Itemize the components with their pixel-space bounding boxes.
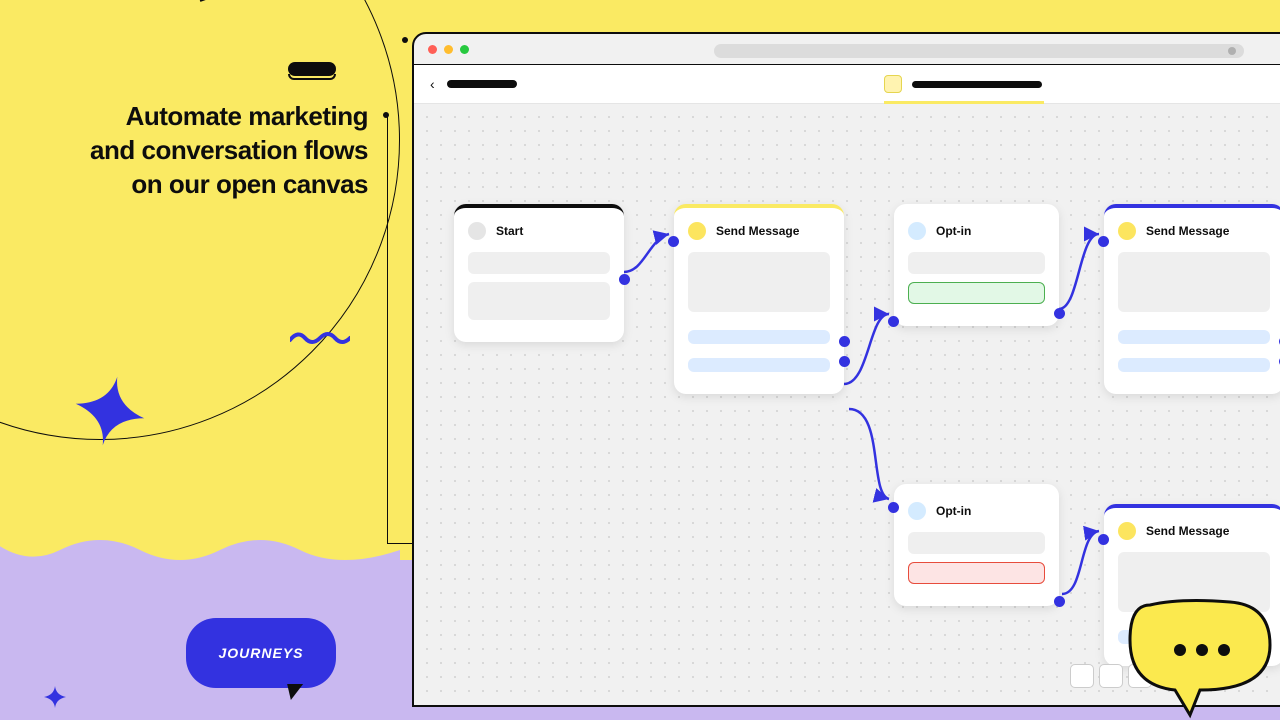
field-placeholder bbox=[468, 252, 610, 274]
node-icon bbox=[688, 222, 706, 240]
plus-icon bbox=[44, 686, 66, 708]
input-port[interactable] bbox=[888, 502, 899, 513]
success-row bbox=[908, 282, 1045, 304]
action-row bbox=[1118, 358, 1270, 372]
node-title: Send Message bbox=[716, 224, 799, 238]
node-opt-in[interactable]: Opt-in bbox=[894, 204, 1059, 326]
input-port[interactable] bbox=[668, 236, 679, 247]
action-row bbox=[688, 330, 830, 344]
field-placeholder bbox=[468, 282, 610, 320]
node-icon bbox=[908, 222, 926, 240]
output-port[interactable] bbox=[1054, 596, 1065, 607]
active-tab[interactable] bbox=[884, 75, 1042, 93]
node-icon bbox=[1118, 222, 1136, 240]
output-port[interactable] bbox=[839, 336, 850, 347]
action-row bbox=[688, 358, 830, 372]
sparkle-icon bbox=[75, 376, 145, 446]
node-opt-in[interactable]: Opt-in bbox=[894, 484, 1059, 606]
breadcrumb-placeholder bbox=[447, 80, 517, 88]
close-icon[interactable] bbox=[428, 45, 437, 54]
output-port[interactable] bbox=[1054, 308, 1065, 319]
node-start[interactable]: Start bbox=[454, 204, 624, 342]
maximize-icon[interactable] bbox=[460, 45, 469, 54]
back-button[interactable]: ‹ bbox=[430, 76, 435, 92]
window-titlebar bbox=[414, 34, 1280, 64]
node-send-message[interactable]: Send Message bbox=[1104, 204, 1280, 394]
pill-shadow bbox=[288, 74, 336, 80]
output-port[interactable] bbox=[619, 274, 630, 285]
toolbar: ‹ bbox=[414, 64, 1280, 104]
node-icon bbox=[468, 222, 486, 240]
journeys-badge: JOURNEYS bbox=[186, 618, 336, 688]
palette-swatch[interactable] bbox=[1070, 664, 1094, 688]
tab-icon bbox=[884, 75, 902, 93]
field-placeholder bbox=[908, 252, 1045, 274]
node-icon bbox=[1118, 522, 1136, 540]
input-port[interactable] bbox=[1098, 534, 1109, 545]
badge-label: JOURNEYS bbox=[218, 645, 303, 661]
field-placeholder bbox=[1118, 252, 1270, 312]
failure-row bbox=[908, 562, 1045, 584]
dot-decoration bbox=[402, 37, 408, 43]
chat-bubble-icon bbox=[1120, 590, 1280, 720]
action-row bbox=[1118, 330, 1270, 344]
node-title: Start bbox=[496, 224, 523, 238]
node-send-message[interactable]: Send Message bbox=[674, 204, 844, 394]
tab-title-placeholder bbox=[912, 81, 1042, 88]
wave-decoration bbox=[0, 530, 400, 590]
url-bar[interactable] bbox=[714, 44, 1244, 58]
hero-headline: Automate marketing and conversation flow… bbox=[78, 100, 368, 201]
minimize-icon[interactable] bbox=[444, 45, 453, 54]
field-placeholder bbox=[908, 532, 1045, 554]
node-title: Opt-in bbox=[936, 504, 971, 518]
node-title: Send Message bbox=[1146, 224, 1229, 238]
node-icon bbox=[908, 502, 926, 520]
input-port[interactable] bbox=[1098, 236, 1109, 247]
squiggle-decoration bbox=[290, 330, 350, 346]
input-port[interactable] bbox=[888, 316, 899, 327]
field-placeholder bbox=[688, 252, 830, 312]
output-port[interactable] bbox=[839, 356, 850, 367]
node-title: Opt-in bbox=[936, 224, 971, 238]
node-title: Send Message bbox=[1146, 524, 1229, 538]
